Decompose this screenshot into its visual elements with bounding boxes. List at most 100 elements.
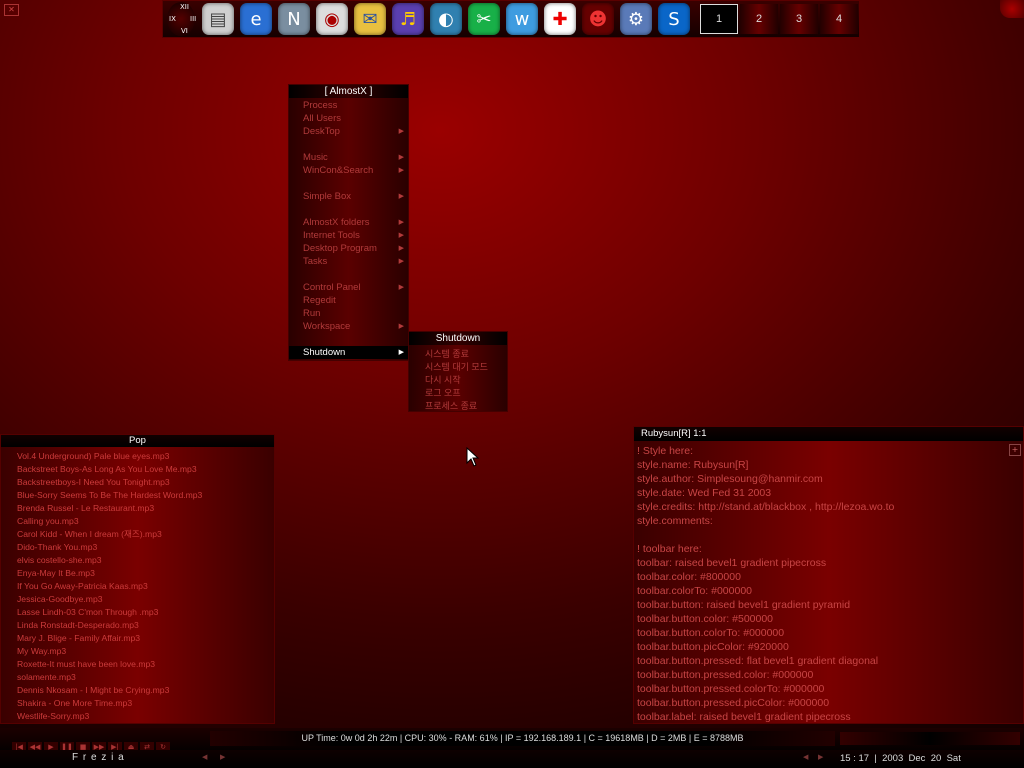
clock-numeral-bottom: VI [181,27,188,35]
playlist-item[interactable]: elvis costello-she.mp3 [1,554,274,567]
shutdown-menu-item[interactable]: 로그 오프 [409,387,507,400]
swirl-icon[interactable]: S [658,3,690,35]
playlist-item[interactable]: Roxette-It must have been love.mp3 [1,658,274,671]
style-code-text[interactable]: ! Style here: style.name: Rubysun[R] style… [634,441,1023,723]
next-workspace-icon[interactable]: ▶ [220,753,225,761]
submenu-arrow-icon: ▶ [398,219,404,226]
submenu-arrow-icon: ▶ [398,323,404,330]
submenu-arrow-icon: ▶ [398,154,404,161]
clock-hour: 15 [840,753,851,764]
prev-workspace-icon[interactable]: ◀ [202,753,207,761]
playlist-item[interactable]: Blue-Sorry Seems To Be The Hardest Word.… [1,489,274,502]
root-menu-item-label: All Users [303,113,342,124]
root-menu-item[interactable]: Music ▶ [289,151,408,164]
workspace-button-3[interactable]: 3 [780,4,818,34]
code-line: style.credits: http://stand.at/blackbox … [637,501,895,513]
root-menu-item[interactable]: WinCon&Search ▶ [289,164,408,177]
system-info-text: UP Time: 0w 0d 2h 22m | CPU: 30% - RAM: … [210,731,835,746]
playlist-item[interactable]: Mary J. Blige - Family Affair.mp3 [1,632,274,645]
root-menu-item[interactable]: Run [289,307,408,320]
root-menu-item[interactable]: DeskTop ▶ [289,125,408,138]
playlist-item[interactable]: If You Go Away-Patricia Kaas.mp3 [1,580,274,593]
submenu-arrow-icon: ▶ [398,258,404,265]
shutdown-menu-item[interactable]: 시스템 대기 모드 [409,361,507,374]
gear-icon[interactable]: ⚙ [620,3,652,35]
submenu-arrow-icon: ▶ [398,128,404,135]
eye-icon[interactable]: ◐ [430,3,462,35]
playlist-list: Vol.4 Underground) Pale blue eyes.mp3 Bac… [1,447,274,723]
workspace-button-4[interactable]: 4 [820,4,858,34]
date-weekday: Sat [946,753,961,764]
devil-icon[interactable]: ☻ [582,3,614,35]
root-menu-item[interactable]: All Users [289,112,408,125]
shutdown-menu-item[interactable]: 시스템 종료 [409,348,507,361]
clock-display[interactable]: 15 : 17 | 2003 Dec 20 Sat [840,753,961,764]
playlist-item[interactable]: solamente.mp3 [1,671,274,684]
root-menu-title: [ AlmostX ] [289,85,408,98]
plus-icon[interactable]: ✚ [544,3,576,35]
files-icon[interactable]: ▤ [202,3,234,35]
root-menu-item[interactable]: Simple Box ▶ [289,190,408,203]
root-menu-item[interactable]: Control Panel ▶ [289,281,408,294]
scissors-icon[interactable]: ✂ [468,3,500,35]
shutdown-menu-item[interactable]: 다시 시작 [409,374,507,387]
root-menu-item[interactable]: Process [289,99,408,112]
root-menu-item[interactable]: Regedit [289,294,408,307]
root-menu-item-label: Regedit [303,295,336,306]
next-window-icon[interactable]: ▶ [818,753,823,761]
date-month: Dec [908,753,926,764]
code-line: toolbar.button.picColor: #920000 [637,641,789,653]
workspace-button-1[interactable]: 1 [700,4,738,34]
playlist-item[interactable]: Vol.4 Underground) Pale blue eyes.mp3 [1,450,274,463]
root-menu-item-label: Workspace [303,321,351,332]
close-window-icon[interactable]: ✕ [4,4,19,16]
playlist-item[interactable]: Linda Ronstadt-Desperado.mp3 [1,619,274,632]
dvd-icon[interactable]: ◉ [316,3,348,35]
style-window-title: Rubysun[R] 1:1 [634,427,1023,441]
playlist-item[interactable]: Backstreetboys-I Need You Tonight.mp3 [1,476,274,489]
workspace-button-2[interactable]: 2 [740,4,778,34]
playlist-item[interactable]: Dennis Nkosam - I Might be Crying.mp3 [1,684,274,697]
root-menu-item[interactable]: Workspace ▶ [289,320,408,333]
code-line: toolbar.color: #800000 [637,571,741,583]
playlist-item[interactable]: My Way.mp3 [1,645,274,658]
playlist-item[interactable]: Calling you.mp3 [1,515,274,528]
playlist-item[interactable]: Jessica-Goodbye.mp3 [1,593,274,606]
code-line: toolbar.button.pressed.color: #000000 [637,669,814,681]
root-menu-item[interactable]: AlmostX folders ▶ [289,216,408,229]
root-menu-item-label: Run [303,308,321,319]
playlist-item[interactable]: Backstreet Boys-As Long As You Love Me.m… [1,463,274,476]
playlist-item[interactable]: Westlife-Sorry.mp3 [1,710,274,723]
root-menu-item[interactable]: Internet Tools ▶ [289,229,408,242]
root-menu-item[interactable]: Desktop Program ▶ [289,242,408,255]
root-menu-item-label: AlmostX folders [303,217,370,228]
media-player-icon[interactable]: ♬ [392,3,424,35]
code-line: toolbar.label: raised bevel1 gradient pi… [637,711,851,723]
shutdown-submenu: Shutdown 시스템 종료 시스템 대기 모드 다시 시작 로그 오프 프로세스 종… [408,331,508,412]
status-slider[interactable] [840,732,1020,745]
playlist-item[interactable]: Lasse Lindh-03 C'mon Through .mp3 [1,606,274,619]
dock-toolbar: XII IX III VI ▤ e N ◉ ✉ ♬ ◐ ✂ w ✚ ☻ ⚙ S 1234 [162,0,860,38]
internet-explorer-icon[interactable]: e [240,3,272,35]
analog-clock[interactable]: XII IX III VI [167,2,196,36]
root-menu-item[interactable]: Shutdown ▶ [289,346,408,359]
shutdown-menu-item[interactable]: 프로세스 종료 [409,400,507,413]
playlist-item[interactable]: Enya-May It Be.mp3 [1,567,274,580]
mouse-cursor-icon [466,447,480,467]
root-menu-item[interactable]: Tasks ▶ [289,255,408,268]
code-line: toolbar.button.color: #500000 [637,613,774,625]
prev-window-icon[interactable]: ◀ [803,753,808,761]
code-line: toolbar.button.pressed.picColor: #000000 [637,697,830,709]
code-line: toolbar.button.pressed: flat bevel1 grad… [637,655,879,667]
style-editor-window: Rubysun[R] 1:1 + ! Style here: style.name… [633,426,1024,724]
code-line: style.author: Simplesoung@hanmir.com [637,473,823,485]
playlist-item[interactable]: Carol Kidd - When I dream (재즈).mp3 [1,528,274,541]
window-maximize-icon[interactable]: + [1009,444,1021,456]
netscape-icon[interactable]: N [278,3,310,35]
word-icon[interactable]: w [506,3,538,35]
playlist-item[interactable]: Brenda Russel - Le Restaurant.mp3 [1,502,274,515]
playlist-item[interactable]: Shakira - One More Time.mp3 [1,697,274,710]
photo-icon[interactable]: ✉ [354,3,386,35]
playlist-item[interactable]: Dido-Thank You.mp3 [1,541,274,554]
